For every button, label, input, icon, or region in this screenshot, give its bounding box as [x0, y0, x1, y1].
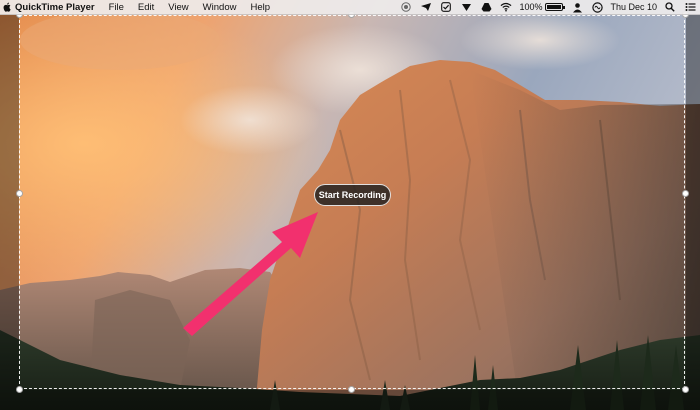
start-recording-button[interactable]: Start Recording	[314, 184, 391, 206]
user-icon[interactable]	[571, 2, 583, 13]
menu-bar: QuickTime Player File Edit View Window H…	[0, 0, 700, 15]
menu-help[interactable]: Help	[243, 0, 277, 15]
menu-clock[interactable]: Thu Dec 10	[610, 2, 657, 12]
outside-selection-shade-right	[686, 15, 700, 410]
drive-icon[interactable]	[480, 2, 492, 13]
outside-selection-shade-bottom	[19, 390, 686, 410]
wifi-icon[interactable]	[500, 2, 512, 13]
location-arrow-icon[interactable]	[420, 2, 432, 13]
battery-percent[interactable]: 100%	[519, 2, 542, 12]
apple-menu-icon[interactable]	[3, 2, 11, 12]
selection-handle-bottom[interactable]	[348, 386, 355, 393]
screen: QuickTime Player File Edit View Window H…	[0, 0, 700, 410]
battery-icon[interactable]	[545, 3, 566, 11]
selection-handle-bottom-left[interactable]	[16, 386, 23, 393]
search-icon[interactable]	[664, 2, 676, 13]
selection-handle-bottom-right[interactable]	[682, 386, 689, 393]
siri-icon[interactable]	[591, 1, 603, 13]
menu-window[interactable]: Window	[196, 0, 244, 15]
vpn-icon[interactable]	[460, 2, 472, 13]
record-indicator-icon[interactable]	[400, 2, 412, 13]
menu-app-name[interactable]: QuickTime Player	[15, 0, 102, 15]
menu-view[interactable]: View	[161, 0, 195, 15]
outside-selection-shade-left	[0, 15, 19, 410]
selection-handle-right[interactable]	[682, 190, 689, 197]
menu-file[interactable]: File	[102, 0, 131, 15]
notification-center-icon[interactable]	[684, 2, 696, 13]
selection-handle-left[interactable]	[16, 190, 23, 197]
menu-extras: 100% Thu Dec 10	[396, 0, 700, 15]
menu-edit[interactable]: Edit	[131, 0, 161, 15]
checkbox-icon[interactable]	[440, 2, 452, 13]
